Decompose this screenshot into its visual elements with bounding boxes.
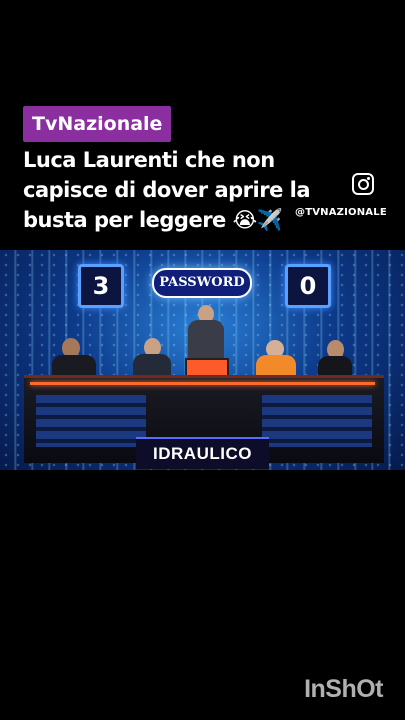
instagram-icon [352, 173, 374, 195]
caption-line-1: Luca Laurenti che non [23, 148, 275, 172]
desk-light-strip [30, 382, 375, 385]
desk-panel-left [36, 395, 146, 447]
caption-line-2: capisce di dover aprire la [23, 178, 311, 202]
desk-panel-right [262, 395, 372, 447]
channel-badge: TvNazionale [23, 106, 172, 142]
app-watermark: InShOt [304, 675, 383, 703]
video-caption: Luca Laurenti che non capisce di dover a… [23, 145, 353, 235]
score-left: 3 [78, 264, 124, 308]
instagram-handle: @TVNAZIONALE [295, 207, 387, 218]
secret-word: IDRAULICO [136, 437, 269, 469]
score-right: 0 [285, 264, 331, 308]
tv-show-frame: 3 PASSWORD 0 IDRAULICO [0, 250, 405, 470]
show-logo: PASSWORD [152, 268, 252, 298]
